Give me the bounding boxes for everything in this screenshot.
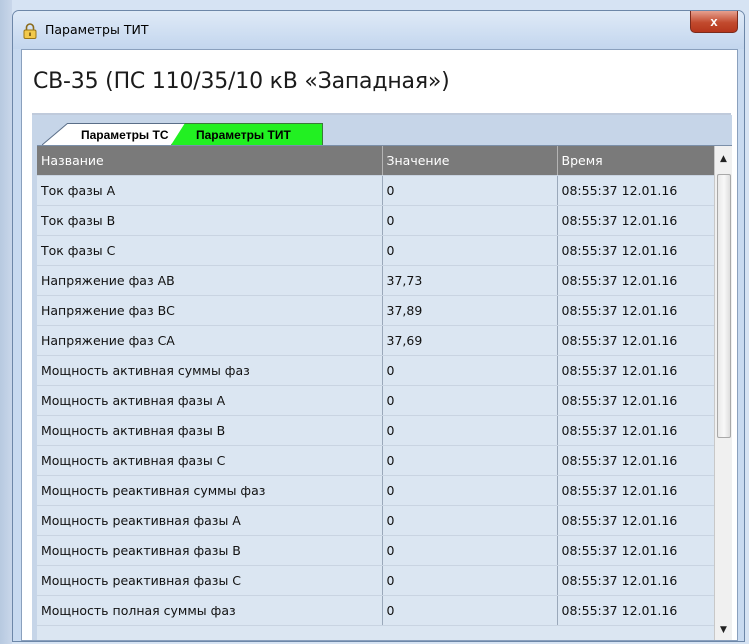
table-row[interactable]: Мощность реактивная суммы фаз 0 08:55:37 1… <box>37 475 732 506</box>
cell-name: Мощность активная фазы А <box>37 385 383 416</box>
cell-time: 08:55:37 12.01.16 <box>557 595 732 626</box>
cell-name: Ток фазы А <box>37 175 383 206</box>
cell-name: Мощность реактивная фазы С <box>37 565 383 596</box>
cell-time: 08:55:37 12.01.16 <box>557 385 732 416</box>
tab-edge <box>42 123 68 145</box>
table-row[interactable]: Мощность реактивная фазы А 0 08:55:37 12.0… <box>37 505 732 536</box>
cell-time: 08:55:37 12.01.16 <box>557 355 732 386</box>
cell-value: 0 <box>382 595 558 626</box>
cell-name: Мощность реактивная фазы А <box>37 505 383 536</box>
table-row[interactable]: Напряжение фаз ВС 37,89 08:55:37 12.01.16 <box>37 295 732 326</box>
cell-time: 08:55:37 12.01.16 <box>557 535 732 566</box>
cell-value: 37,89 <box>382 295 558 326</box>
background-strip <box>0 0 12 644</box>
cell-time: 08:55:37 12.01.16 <box>557 295 732 326</box>
cell-time: 08:55:37 12.01.16 <box>557 565 732 596</box>
table-row[interactable]: Ток фазы В 0 08:55:37 12.01.16 <box>37 205 732 236</box>
cell-name: Мощность реактивная суммы фаз <box>37 475 383 506</box>
table-row[interactable]: Мощность активная фазы А 0 08:55:37 12.01.… <box>37 385 732 416</box>
cell-name: Напряжение фаз ВС <box>37 295 383 326</box>
title-bar[interactable]: Параметры ТИТ x <box>13 11 744 49</box>
scroll-down-arrow-icon[interactable]: ▼ <box>715 621 732 638</box>
column-header-time[interactable]: Время <box>557 146 732 176</box>
cell-value: 37,73 <box>382 265 558 296</box>
table-row[interactable]: Ток фазы С 0 08:55:37 12.01.16 <box>37 235 732 266</box>
cell-name: Ток фазы В <box>37 205 383 236</box>
column-header-value[interactable]: Значение <box>382 146 558 176</box>
close-icon: x <box>710 14 718 29</box>
tab-label: Параметры ТИТ <box>196 127 291 142</box>
parameters-table: Название Значение Время Ток фазы А 0 08:55… <box>37 145 732 640</box>
page-title: СВ-35 (ПС 110/35/10 кВ «Западная») <box>33 69 450 94</box>
table-row[interactable]: Мощность реактивная фазы С 0 08:55:37 12.0… <box>37 565 732 596</box>
scroll-up-arrow-icon[interactable]: ▲ <box>715 150 732 167</box>
cell-time: 08:55:37 12.01.16 <box>557 475 732 506</box>
cell-value: 0 <box>382 205 558 236</box>
cell-time: 08:55:37 12.01.16 <box>557 235 732 266</box>
cell-name: Мощность полная суммы фаз <box>37 595 383 626</box>
cell-value: 0 <box>382 175 558 206</box>
cell-time: 08:55:37 12.01.16 <box>557 505 732 536</box>
window-title: Параметры ТИТ <box>45 22 149 37</box>
tab-label: Параметры ТС <box>81 127 169 142</box>
cell-name: Ток фазы С <box>37 235 383 266</box>
table-row[interactable]: Напряжение фаз СА 37,69 08:55:37 12.01.16 <box>37 325 732 356</box>
cell-value: 0 <box>382 235 558 266</box>
cell-value: 0 <box>382 505 558 536</box>
cell-name: Напряжение фаз АВ <box>37 265 383 296</box>
cell-value: 0 <box>382 475 558 506</box>
table-row[interactable]: Мощность активная суммы фаз 0 08:55:37 12.… <box>37 355 732 386</box>
window-client-area: СВ-35 (ПС 110/35/10 кВ «Западная») Парам… <box>21 49 738 641</box>
cell-time: 08:55:37 12.01.16 <box>557 445 732 476</box>
table-row[interactable]: Ток фазы А 0 08:55:37 12.01.16 <box>37 175 732 206</box>
cell-value: 0 <box>382 355 558 386</box>
close-button[interactable]: x <box>690 11 738 33</box>
table-row[interactable]: Напряжение фаз АВ 37,73 08:55:37 12.01.16 <box>37 265 732 296</box>
table-row[interactable]: Мощность активная фазы В 0 08:55:37 12.01.… <box>37 415 732 446</box>
cell-time: 08:55:37 12.01.16 <box>557 175 732 206</box>
cell-value: 0 <box>382 385 558 416</box>
lock-icon <box>23 23 37 39</box>
cell-value: 0 <box>382 445 558 476</box>
table-row[interactable]: Мощность полная суммы фаз 0 08:55:37 12.01… <box>37 595 732 626</box>
cell-value: 0 <box>382 565 558 596</box>
vertical-scrollbar[interactable]: ▲ ▼ <box>714 146 732 640</box>
table-row[interactable]: Мощность активная фазы С 0 08:55:37 12.01.… <box>37 445 732 476</box>
column-header-name[interactable]: Название <box>37 146 383 176</box>
cell-name: Мощность активная суммы фаз <box>37 355 383 386</box>
cell-name: Мощность активная фазы В <box>37 415 383 446</box>
cell-value: 0 <box>382 415 558 446</box>
cell-time: 08:55:37 12.01.16 <box>557 325 732 356</box>
cell-value: 37,69 <box>382 325 558 356</box>
cell-value: 0 <box>382 535 558 566</box>
cell-time: 08:55:37 12.01.16 <box>557 415 732 446</box>
table-row[interactable]: Мощность реактивная фазы В 0 08:55:37 12.0… <box>37 535 732 566</box>
tab-parameters-tit[interactable]: Параметры ТИТ <box>171 123 323 145</box>
cell-name: Мощность реактивная фазы В <box>37 535 383 566</box>
parameters-window: Параметры ТИТ x СВ-35 (ПС 110/35/10 кВ «… <box>12 10 745 642</box>
cell-time: 08:55:37 12.01.16 <box>557 265 732 296</box>
tab-panel: Параметры ТС Параметры ТИТ Название Знач… <box>32 115 732 640</box>
scrollbar-thumb[interactable] <box>717 174 731 438</box>
table-header-row: Название Значение Время <box>37 146 732 176</box>
cell-time: 08:55:37 12.01.16 <box>557 205 732 236</box>
cell-name: Напряжение фаз СА <box>37 325 383 356</box>
cell-name: Мощность активная фазы С <box>37 445 383 476</box>
data-grid: Название Значение Время Ток фазы А 0 08:55… <box>37 146 732 626</box>
